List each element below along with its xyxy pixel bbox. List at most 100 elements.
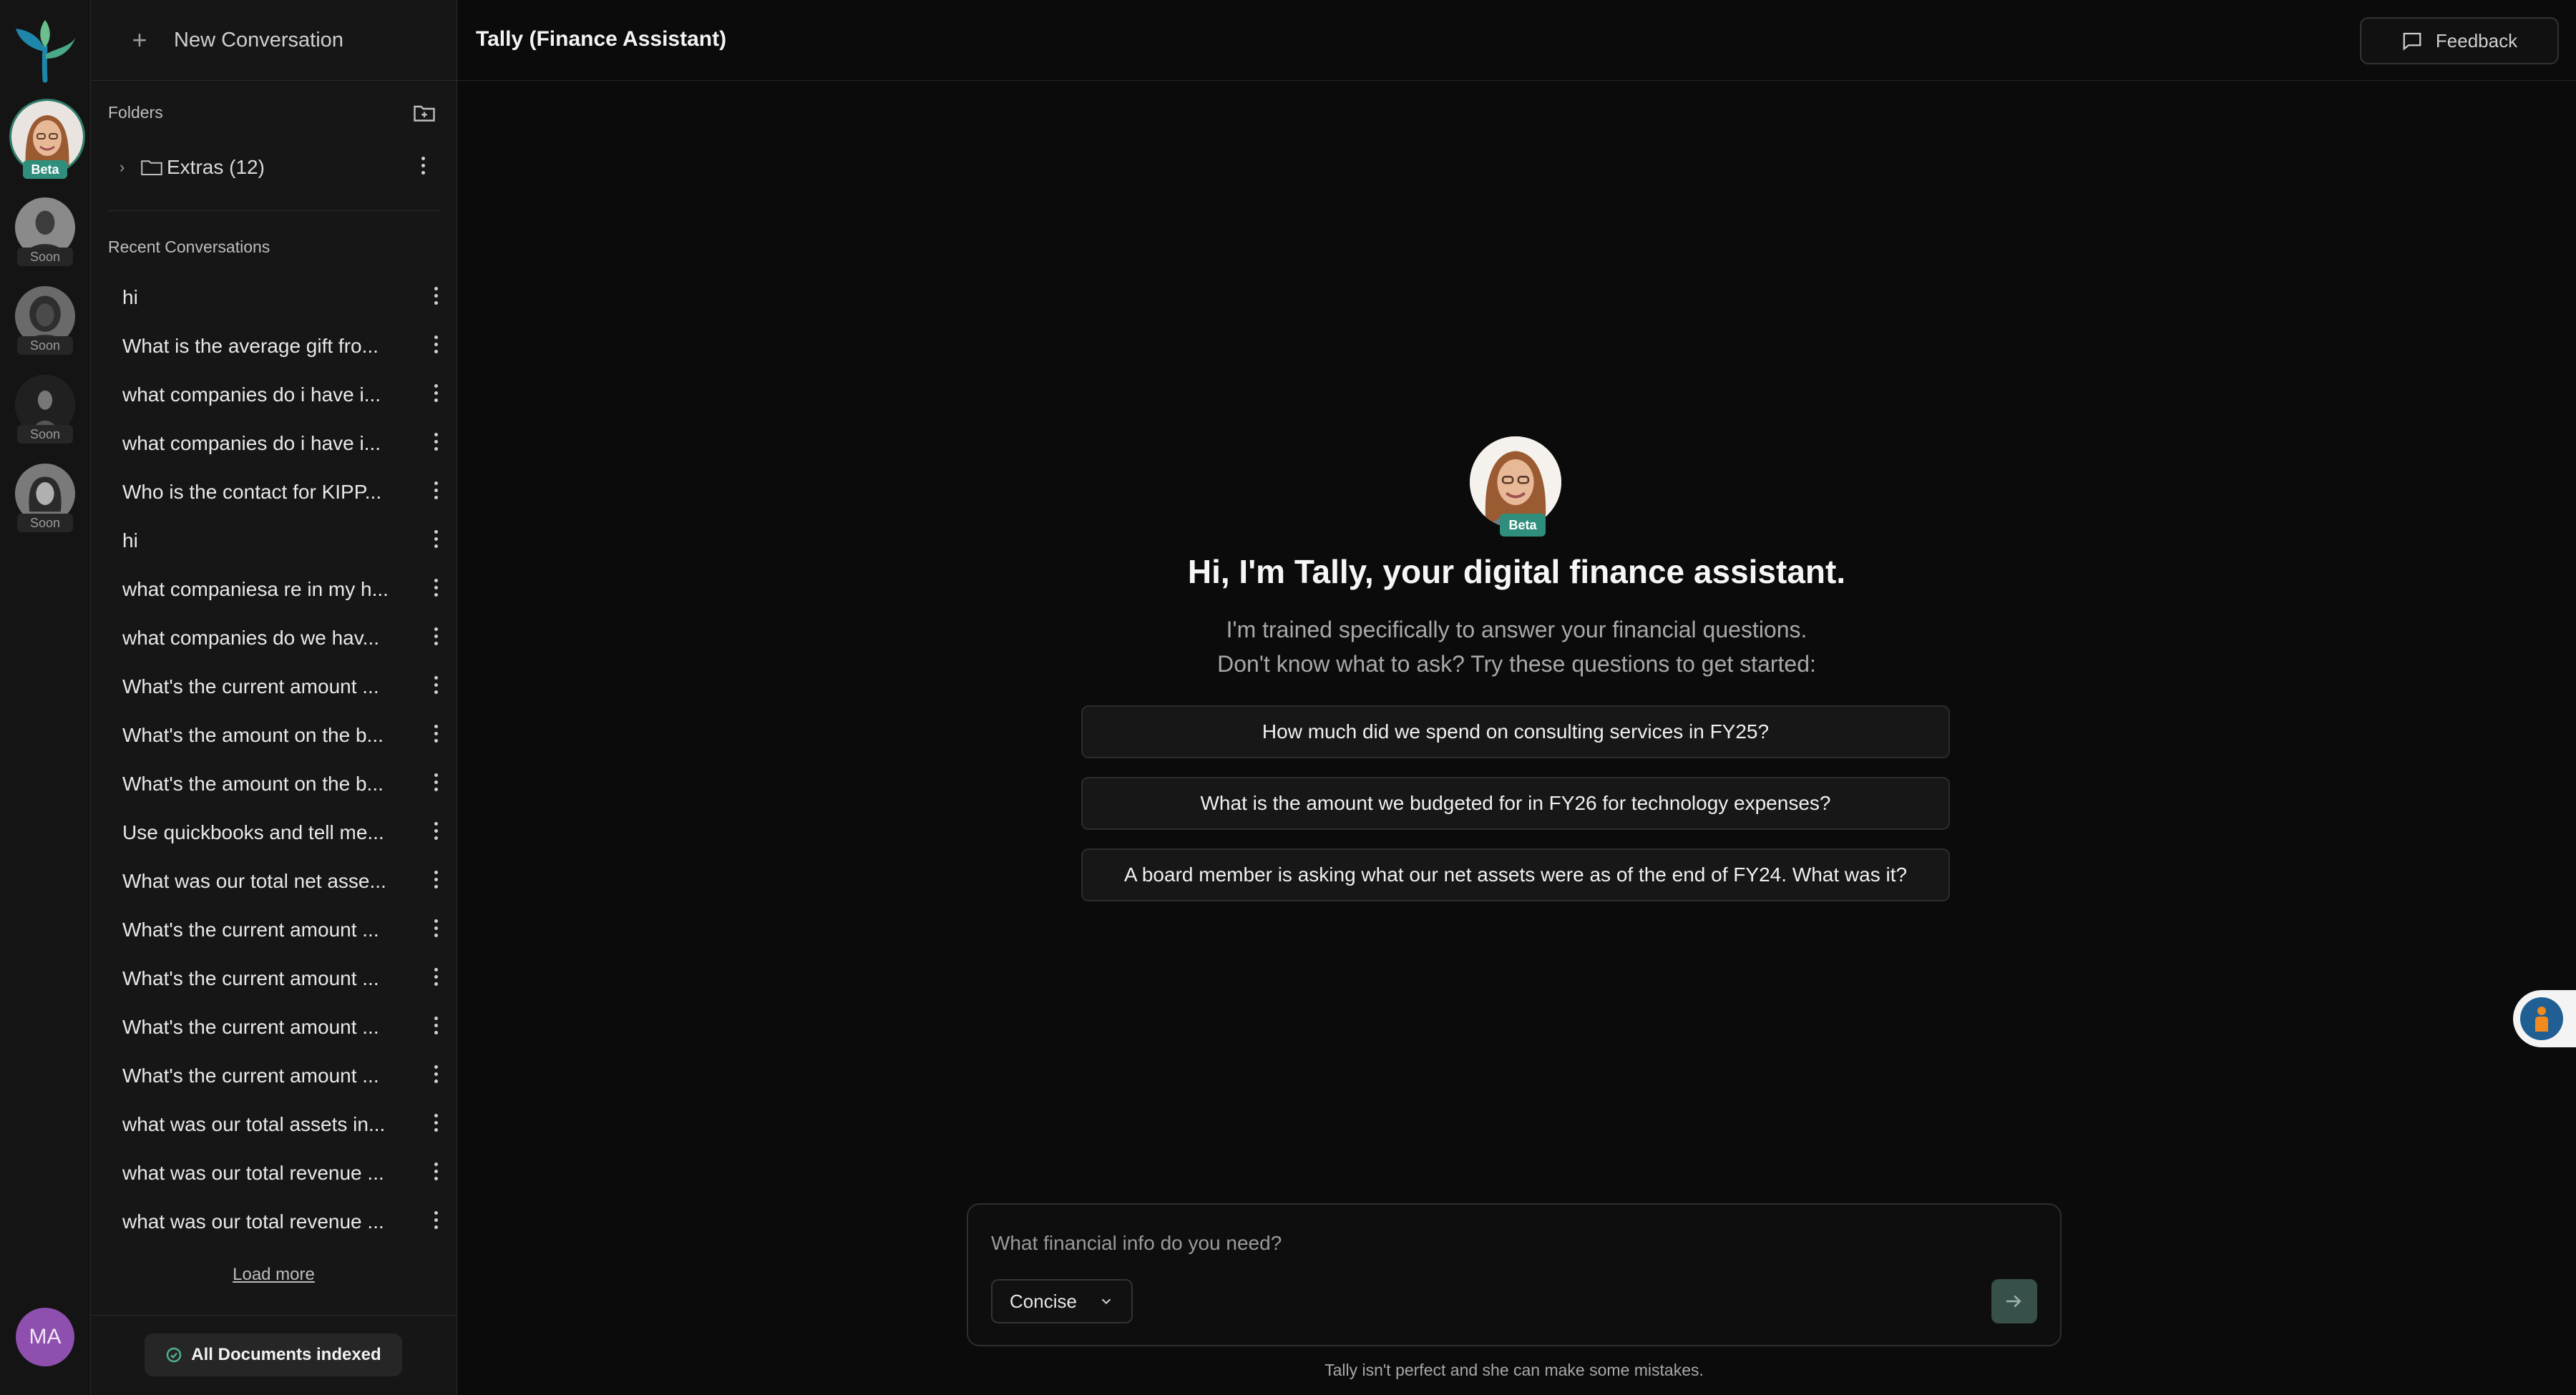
conversation-item[interactable]: what was our total revenue ... xyxy=(108,1149,444,1198)
message-composer: What financial info do you need? Concise xyxy=(967,1203,2062,1346)
more-options-icon[interactable] xyxy=(427,1013,444,1042)
intro-text-line-1: I'm trained specifically to answer your … xyxy=(1226,617,1807,642)
conversation-item[interactable]: What's the current amount ... xyxy=(108,1052,444,1100)
conversation-item[interactable]: What's the current amount ... xyxy=(108,906,444,954)
conversation-title: what companies do i have i... xyxy=(122,383,381,406)
conversation-item[interactable]: hi xyxy=(108,517,444,565)
conversation-item[interactable]: what companies do i have i... xyxy=(108,371,444,419)
indexing-status-label: All Documents indexed xyxy=(191,1345,381,1364)
conversation-title: what companies do i have i... xyxy=(122,432,381,454)
help-person-icon xyxy=(2520,997,2563,1040)
conversation-title: What's the current amount ... xyxy=(122,1064,379,1087)
response-mode-value: Concise xyxy=(1010,1290,1077,1312)
conversation-title: what companiesa re in my h... xyxy=(122,578,387,600)
new-conversation-label: New Conversation xyxy=(174,28,343,52)
more-options-icon[interactable] xyxy=(427,429,444,458)
response-mode-select[interactable]: Concise xyxy=(991,1279,1133,1323)
indexing-status-badge[interactable]: All Documents indexed xyxy=(145,1333,402,1376)
more-options-icon[interactable] xyxy=(427,575,444,604)
folder-label: Extras (12) xyxy=(167,156,265,178)
conversation-title: What's the current amount ... xyxy=(122,967,379,989)
more-options-icon[interactable] xyxy=(427,916,444,944)
feedback-label: Feedback xyxy=(2435,29,2518,52)
check-circle-icon xyxy=(167,1347,182,1363)
conversation-item[interactable]: Who is the contact for KIPP... xyxy=(108,468,444,517)
conversation-item[interactable]: hi xyxy=(108,273,444,322)
conversation-title: Who is the contact for KIPP... xyxy=(122,481,382,503)
suggested-question-button[interactable]: What is the amount we budgeted for in FY… xyxy=(1081,777,1950,830)
sidebar: + New Conversation Folders › Extras (12)… xyxy=(91,0,457,1395)
conversation-item[interactable]: What's the amount on the b... xyxy=(108,711,444,760)
message-input[interactable]: What financial info do you need? xyxy=(991,1232,1282,1255)
send-button[interactable] xyxy=(1991,1279,2037,1323)
more-options-icon[interactable] xyxy=(427,478,444,506)
more-options-icon[interactable] xyxy=(427,381,444,409)
conversation-item[interactable]: What's the current amount ... xyxy=(108,662,444,711)
help-widget-button[interactable] xyxy=(2513,990,2576,1047)
more-options-icon[interactable] xyxy=(427,332,444,361)
conversation-title: Use quickbooks and tell me... xyxy=(122,821,384,843)
new-conversation-button[interactable]: + New Conversation xyxy=(91,0,457,81)
more-options-icon[interactable] xyxy=(427,770,444,798)
conversation-item[interactable]: What's the current amount ... xyxy=(108,1003,444,1052)
conversation-item[interactable]: what was our total revenue ... xyxy=(108,1198,444,1246)
beta-badge: Beta xyxy=(1500,514,1546,537)
chevron-right-icon: › xyxy=(119,158,125,176)
suggested-question-button[interactable]: A board member is asking what our net as… xyxy=(1081,848,1950,901)
load-more-link[interactable]: Load more xyxy=(91,1265,457,1285)
app-logo[interactable] xyxy=(13,19,77,83)
conversation-title: what was our total assets in... xyxy=(122,1113,386,1135)
conversation-item[interactable]: What was our total net asse... xyxy=(108,857,444,906)
folder-icon xyxy=(141,160,162,175)
agent-status-badge: Soon xyxy=(17,514,73,532)
top-bar: Tally (Finance Assistant) Feedback xyxy=(457,0,2576,81)
more-options-icon[interactable] xyxy=(427,818,444,847)
divider xyxy=(108,210,439,211)
more-options-icon[interactable] xyxy=(427,964,444,993)
feedback-button[interactable]: Feedback xyxy=(2360,17,2559,64)
conversation-list: hi What is the average gift fro... what … xyxy=(108,273,444,1246)
conversation-title: What was our total net asse... xyxy=(122,870,386,892)
conversation-item[interactable]: What's the amount on the b... xyxy=(108,760,444,808)
divider xyxy=(91,1315,457,1316)
agent-status-badge: Beta xyxy=(23,160,67,179)
conversation-title: What's the current amount ... xyxy=(122,675,379,698)
agent-rail: Beta Soon Soon Soon Soon MA xyxy=(0,0,91,1395)
arrow-right-icon xyxy=(2006,1295,2021,1308)
conversation-title: what was our total revenue ... xyxy=(122,1210,384,1233)
more-options-icon[interactable] xyxy=(427,283,444,312)
conversation-item[interactable]: what was our total assets in... xyxy=(108,1100,444,1149)
folders-heading: Folders xyxy=(108,103,163,122)
conversation-item[interactable]: Use quickbooks and tell me... xyxy=(108,808,444,857)
more-options-icon[interactable] xyxy=(427,1208,444,1236)
more-options-icon[interactable] xyxy=(427,721,444,750)
more-options-icon[interactable] xyxy=(427,1159,444,1188)
conversation-item[interactable]: What's the current amount ... xyxy=(108,954,444,1003)
chevron-down-icon xyxy=(1101,1298,1111,1305)
more-options-icon[interactable] xyxy=(427,672,444,701)
message-square-icon xyxy=(2403,32,2421,51)
conversation-item[interactable]: What is the average gift fro... xyxy=(108,322,444,371)
folder-item-extras[interactable]: › Extras (12) xyxy=(108,149,444,186)
conversation-title: what was our total revenue ... xyxy=(122,1162,384,1184)
page-title: Tally (Finance Assistant) xyxy=(476,27,727,51)
conversation-title: What's the amount on the b... xyxy=(122,724,384,746)
conversation-item[interactable]: what companies do i have i... xyxy=(108,419,444,468)
greeting-heading: Hi, I'm Tally, your digital finance assi… xyxy=(1187,553,1846,590)
more-options-icon[interactable] xyxy=(427,1110,444,1139)
conversation-item[interactable]: what companiesa re in my h... xyxy=(108,565,444,614)
more-options-icon[interactable] xyxy=(427,1062,444,1090)
folder-menu-icon[interactable] xyxy=(414,153,431,182)
more-options-icon[interactable] xyxy=(427,624,444,652)
suggested-question-button[interactable]: How much did we spend on consulting serv… xyxy=(1081,705,1950,758)
agent-status-badge: Soon xyxy=(17,425,73,444)
recent-heading: Recent Conversations xyxy=(108,238,270,256)
add-folder-icon[interactable] xyxy=(411,100,437,126)
user-avatar[interactable]: MA xyxy=(16,1308,74,1366)
conversation-item[interactable]: what companies do we hav... xyxy=(108,614,444,662)
more-options-icon[interactable] xyxy=(427,867,444,896)
conversation-title: what companies do we hav... xyxy=(122,627,380,649)
conversation-title: What's the current amount ... xyxy=(122,919,379,941)
intro-text-line-2: Don't know what to ask? Try these questi… xyxy=(1217,651,1816,677)
more-options-icon[interactable] xyxy=(427,527,444,555)
